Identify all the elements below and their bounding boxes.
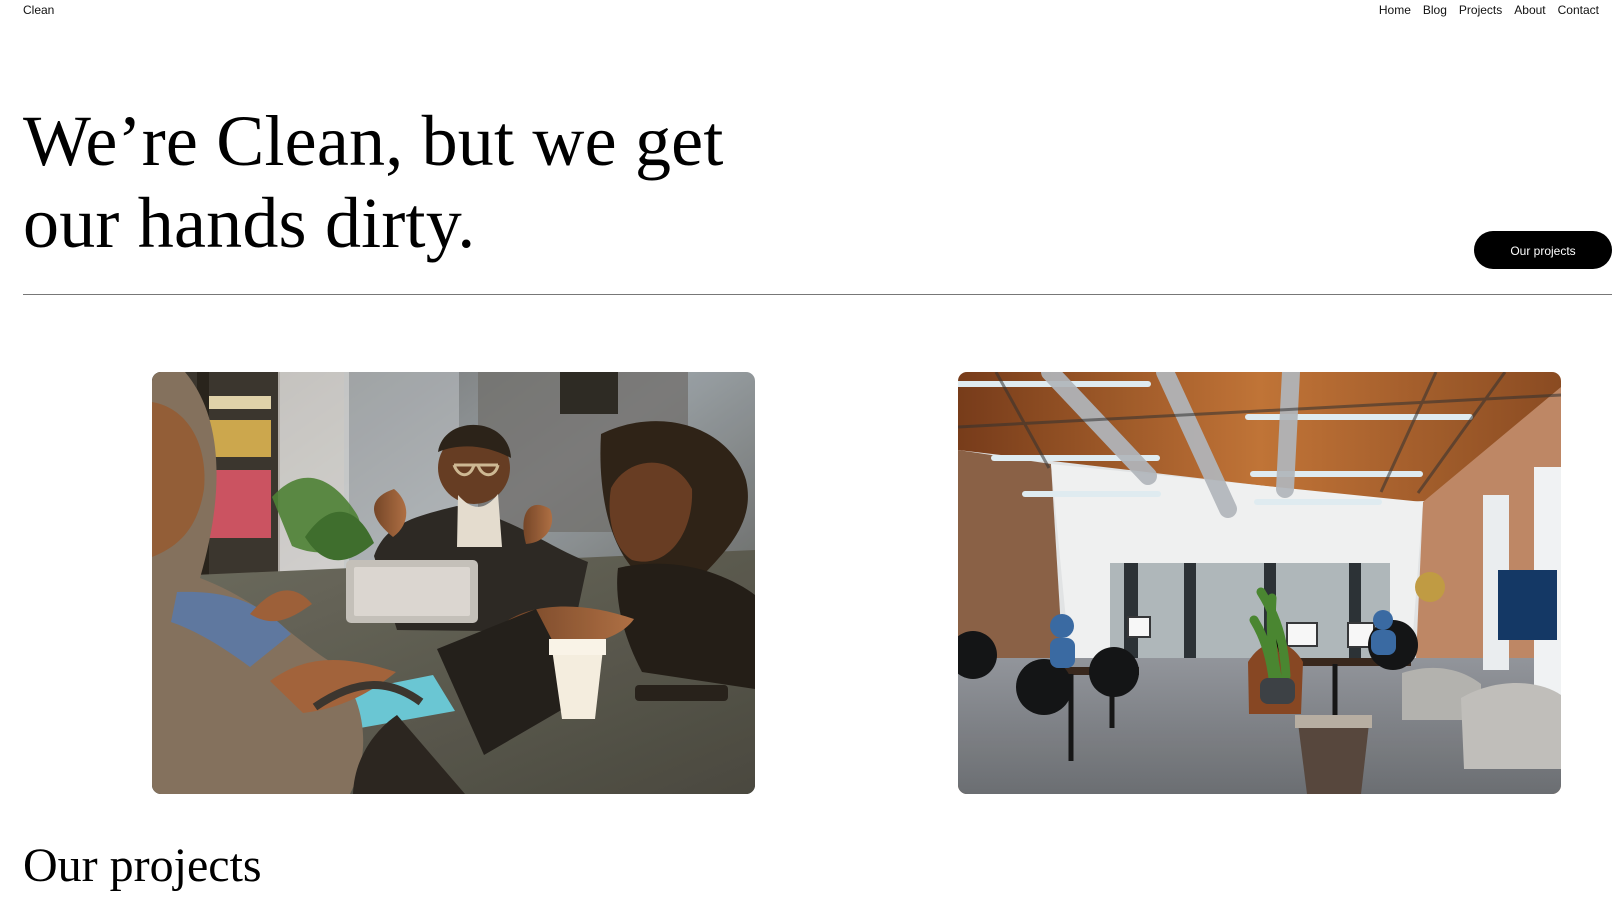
office-photo [958, 372, 1561, 794]
office-photo-illustration [958, 372, 1561, 794]
nav-about-link[interactable]: About [1514, 2, 1545, 18]
meeting-photo [152, 372, 755, 794]
nav-projects-link[interactable]: Projects [1459, 2, 1502, 18]
nav-contact-link[interactable]: Contact [1558, 2, 1599, 18]
nav-home-link[interactable]: Home [1379, 2, 1411, 18]
nav-blog-link[interactable]: Blog [1423, 2, 1447, 18]
main-navigation: Home Blog Projects About Contact [1379, 2, 1599, 18]
brand-link[interactable]: Clean [23, 2, 54, 18]
hero-title: We’re Clean, but we get our hands dirty. [23, 101, 724, 263]
site-header: Clean Home Blog Projects About Contact [0, 0, 1617, 24]
projects-section-title: Our projects [23, 839, 262, 892]
meeting-photo-illustration [152, 372, 755, 794]
hero-divider [23, 294, 1612, 295]
our-projects-button[interactable]: Our projects [1474, 231, 1612, 269]
